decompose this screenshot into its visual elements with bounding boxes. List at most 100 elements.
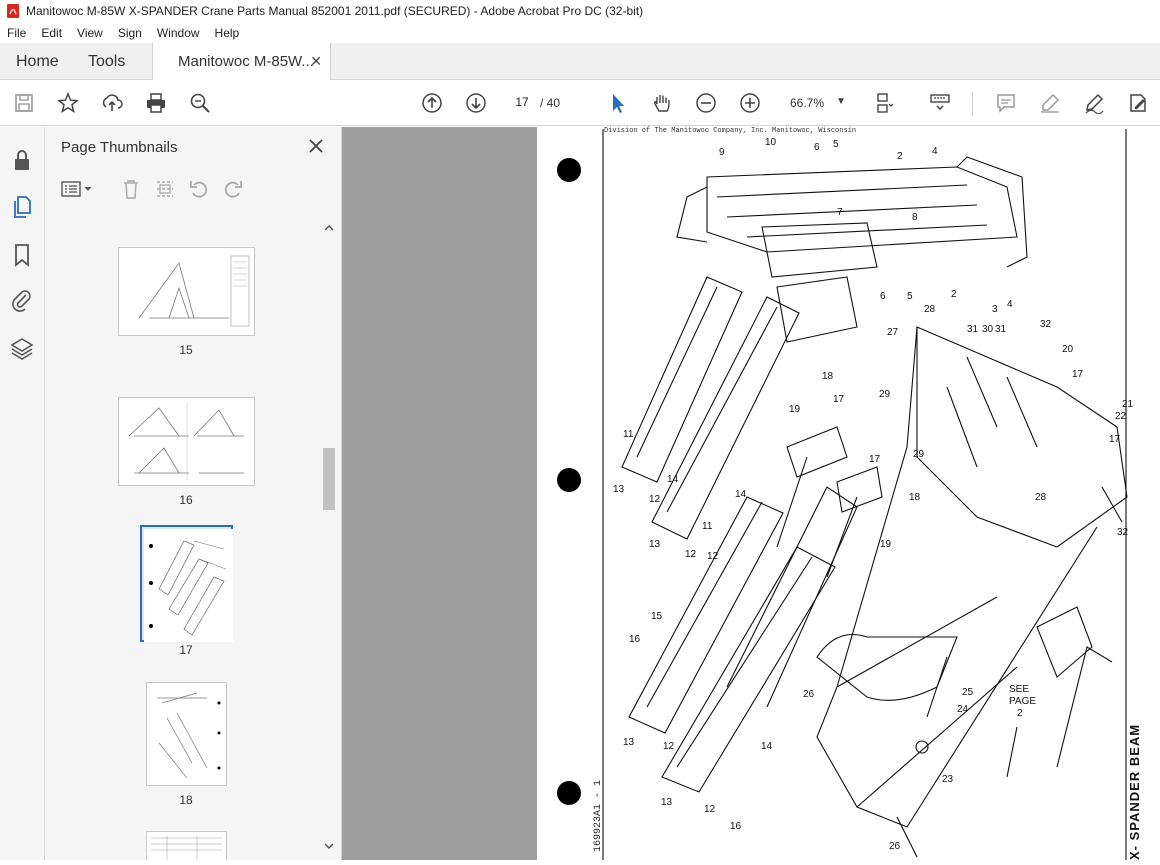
find-button[interactable] xyxy=(188,91,212,115)
see-page-line: 2 xyxy=(1017,708,1023,719)
draw-button[interactable] xyxy=(1082,91,1106,115)
menu-edit[interactable]: Edit xyxy=(34,26,70,40)
callout: 7 xyxy=(837,207,843,218)
callout: 17 xyxy=(833,394,845,405)
attachment-icon[interactable] xyxy=(10,288,34,312)
cursor-arrow-icon xyxy=(613,94,624,113)
arrow-up-circle-icon xyxy=(422,93,442,113)
page-thumbnail-15[interactable] xyxy=(118,247,255,336)
callout: 6 xyxy=(880,291,886,302)
lock-icon[interactable] xyxy=(10,148,34,172)
menu-sign[interactable]: Sign xyxy=(111,26,150,40)
comment-button[interactable] xyxy=(994,91,1018,115)
tab-tools[interactable]: Tools xyxy=(88,43,125,80)
drawing-title: X- SPANDER BEAM xyxy=(1127,723,1142,860)
see-page-line: SEE xyxy=(1009,684,1029,695)
thumbnail-drawing xyxy=(157,692,221,779)
zoom-out-button[interactable] xyxy=(694,91,718,115)
layers-icon[interactable] xyxy=(10,336,34,360)
menu-file[interactable]: File xyxy=(0,26,34,40)
close-icon[interactable] xyxy=(307,137,325,155)
menu-window[interactable]: Window xyxy=(150,26,208,40)
thumbnail-label: 18 xyxy=(179,793,193,807)
page-display-button[interactable] xyxy=(874,91,898,115)
tab-document[interactable]: Manitowoc M-85W... ✕ xyxy=(152,43,331,81)
callout: 23 xyxy=(942,774,954,785)
page-thumbnails-icon[interactable] xyxy=(10,195,34,219)
callout: 17 xyxy=(869,454,881,465)
page-thumbnail-17-selected[interactable] xyxy=(140,525,233,642)
callout: 24 xyxy=(957,704,969,715)
callout: 18 xyxy=(909,492,921,503)
chevron-down-icon[interactable]: ▼ xyxy=(836,96,846,107)
acrobat-icon xyxy=(7,4,19,18)
save-button[interactable] xyxy=(12,91,36,115)
print-button[interactable] xyxy=(144,91,168,115)
pdf-page: 9 10 6 5 2 4 7 8 6 5 2 28 3 4 31 30 31 3… xyxy=(537,127,1160,860)
callout: 14 xyxy=(761,741,773,752)
zoom-level[interactable]: 66.7% xyxy=(790,96,824,110)
callout: 29 xyxy=(879,389,891,400)
callout: 10 xyxy=(765,137,777,148)
callout: 30 xyxy=(982,324,994,335)
close-tab-icon[interactable]: ✕ xyxy=(310,43,322,80)
scroll-mode-button[interactable] xyxy=(928,91,952,115)
bookmark-star-button[interactable] xyxy=(56,91,80,115)
plus-circle-icon xyxy=(740,93,760,113)
callout: 6 xyxy=(814,142,820,153)
hand-tool-button[interactable] xyxy=(650,91,674,115)
edit-document-icon xyxy=(1130,94,1146,112)
thumbnail-drawing xyxy=(128,403,244,480)
callout: 18 xyxy=(822,371,834,382)
callout: 12 xyxy=(649,494,661,505)
callout: 3 xyxy=(992,304,998,315)
page-thumbnail-18[interactable] xyxy=(146,682,227,786)
star-icon xyxy=(57,92,79,114)
callout: 14 xyxy=(735,489,747,500)
callout: 13 xyxy=(623,737,635,748)
comment-icon xyxy=(997,94,1015,113)
callout: 32 xyxy=(1040,319,1052,330)
printer-icon xyxy=(147,93,165,113)
callout: 13 xyxy=(649,539,661,550)
callout: 12 xyxy=(685,549,697,560)
edit-pdf-button[interactable] xyxy=(1126,91,1150,115)
page-thumbnail-19[interactable] xyxy=(146,831,227,860)
highlight-button[interactable] xyxy=(1038,91,1062,115)
callout: 21 xyxy=(1122,399,1134,410)
page-thumbnail-16[interactable] xyxy=(118,397,255,486)
callout: 25 xyxy=(962,687,974,698)
rotate-clockwise-icon[interactable] xyxy=(222,178,244,200)
menu-help[interactable]: Help xyxy=(208,26,248,40)
page-number-input[interactable] xyxy=(508,90,536,114)
thumbnail-options-icon[interactable] xyxy=(61,178,95,200)
callout: 4 xyxy=(932,146,938,157)
share-button[interactable] xyxy=(100,91,124,115)
callout: 26 xyxy=(889,841,901,852)
delete-page-icon[interactable] xyxy=(120,178,142,200)
page-layout-icon xyxy=(877,93,894,113)
see-page-line: PAGE xyxy=(1009,696,1036,707)
extract-page-icon[interactable] xyxy=(154,178,176,200)
callout: 26 xyxy=(803,689,815,700)
callout: 13 xyxy=(661,797,673,808)
callout: 22 xyxy=(1115,411,1127,422)
scrollbar-thumb[interactable] xyxy=(323,448,335,510)
page-header-strip: Division of The Manitowoc Company, Inc. … xyxy=(604,127,857,135)
menu-view[interactable]: View xyxy=(70,26,111,40)
rotate-counterclockwise-icon[interactable] xyxy=(188,178,210,200)
title-bar: Manitowoc M-85W X-SPANDER Crane Parts Ma… xyxy=(0,0,1160,22)
previous-page-button[interactable] xyxy=(420,91,444,115)
toolbar-separator xyxy=(972,92,973,116)
callout: 5 xyxy=(833,139,839,150)
zoom-in-button[interactable] xyxy=(738,91,762,115)
next-page-button[interactable] xyxy=(464,91,488,115)
callout: 19 xyxy=(880,539,892,550)
select-tool-button[interactable] xyxy=(606,91,630,115)
callout: 31 xyxy=(995,324,1007,335)
bookmark-icon[interactable] xyxy=(10,243,34,267)
callout: 11 xyxy=(623,429,634,440)
callout: 13 xyxy=(613,484,625,495)
tab-home[interactable]: Home xyxy=(16,43,59,80)
thumbnails-scrollbar[interactable] xyxy=(321,222,337,860)
